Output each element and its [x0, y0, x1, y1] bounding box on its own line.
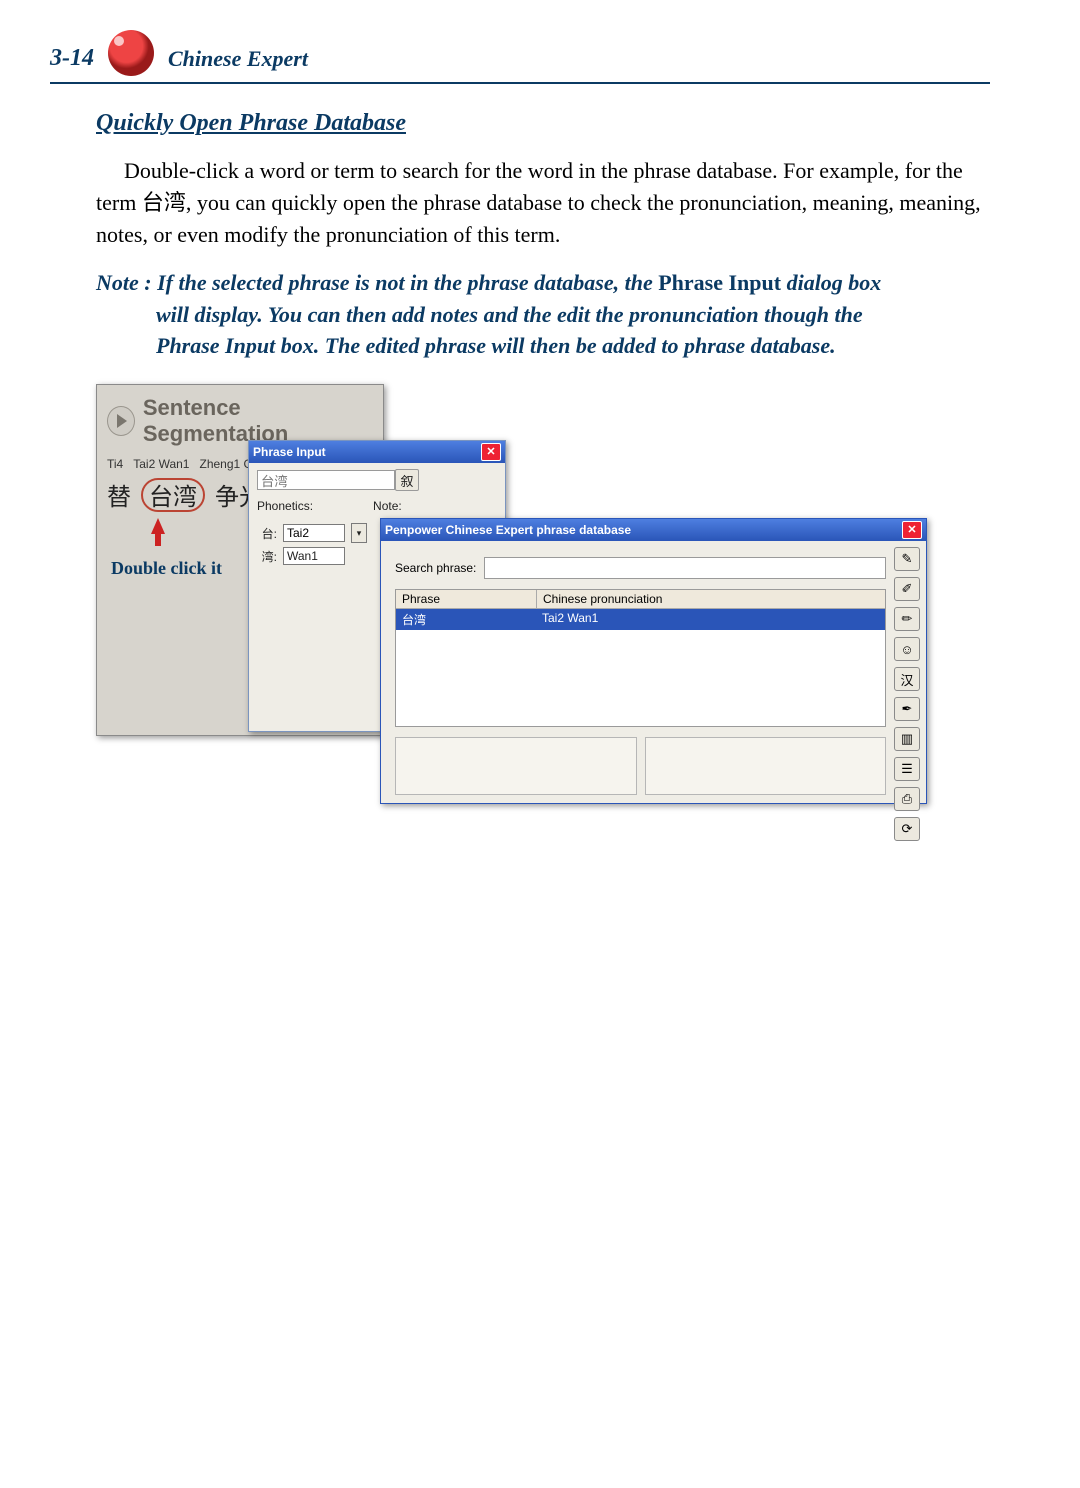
phrase-action-button[interactable]: 叙	[395, 469, 419, 491]
note-prefix: Note :	[96, 270, 157, 295]
search-input[interactable]	[484, 557, 886, 579]
cell-phrase: 台湾	[396, 609, 536, 630]
note-label: Note:	[373, 499, 402, 513]
chevron-down-icon[interactable]: ▾	[351, 523, 367, 543]
col-pron[interactable]: Chinese pronunciation	[537, 590, 885, 608]
product-name: Chinese Expert	[168, 46, 308, 72]
pinyin-2: Tai2 Wan1	[133, 457, 189, 471]
tool-write-icon[interactable]: ✐	[894, 577, 920, 601]
note-line3: Phrase Input box. The edited phrase will…	[156, 330, 990, 362]
table-row[interactable]: 台湾 Tai2 Wan1	[396, 609, 885, 630]
database-title: Penpower Chinese Expert phrase database	[385, 523, 631, 537]
char-1[interactable]: 替	[107, 477, 131, 512]
phon-value-1[interactable]	[283, 524, 345, 542]
phrase-input-titlebar[interactable]: Phrase Input ✕	[249, 441, 505, 463]
close-icon[interactable]: ✕	[902, 521, 922, 539]
section-title: Quickly Open Phrase Database	[96, 110, 990, 137]
phonetics-label: Phonetics:	[257, 499, 313, 513]
toolbar: ✎ ✐ ✏ ☺ 汉 ✒ ▥ ☰ ⎙ ⟳	[894, 547, 920, 841]
col-phrase[interactable]: Phrase	[396, 590, 537, 608]
note-bold: Phrase Input	[658, 270, 781, 295]
phrase-input-title: Phrase Input	[253, 445, 326, 459]
database-titlebar[interactable]: Penpower Chinese Expert phrase database …	[381, 519, 926, 541]
tool-face-icon[interactable]: ☺	[894, 637, 920, 661]
page-number: 3-14	[50, 45, 94, 72]
results-grid: Phrase Chinese pronunciation 台湾 Tai2 Wan…	[395, 589, 886, 727]
tool-grid-icon[interactable]: ▥	[894, 727, 920, 751]
pinyin-1: Ti4	[107, 457, 123, 471]
note-line1a: If the selected phrase is not in the phr…	[157, 270, 658, 295]
note-line1b: dialog box	[781, 270, 881, 295]
phon-char-1: 台:	[257, 525, 277, 542]
cell-pron: Tai2 Wan1	[536, 609, 885, 630]
phrase-field[interactable]	[257, 470, 395, 490]
close-icon[interactable]: ✕	[481, 443, 501, 461]
body-paragraph: Double-click a word or term to search fo…	[96, 155, 990, 251]
circled-term[interactable]: 台湾	[141, 478, 205, 512]
phon-char-2: 湾:	[257, 548, 277, 565]
phon-value-2: Wan1	[283, 547, 345, 565]
grid-empty	[396, 630, 885, 726]
tool-pen-icon[interactable]: ✒	[894, 697, 920, 721]
tool-pencil-icon[interactable]: ✏	[894, 607, 920, 631]
detail-box-1[interactable]	[395, 737, 637, 795]
search-label: Search phrase:	[395, 561, 476, 575]
tool-list-icon[interactable]: ☰	[894, 757, 920, 781]
arrow-right-icon[interactable]	[107, 406, 135, 436]
note-line2: will display. You can then add notes and…	[156, 299, 990, 331]
tool-edit-icon[interactable]: ✎	[894, 547, 920, 571]
tool-han-icon[interactable]: 汉	[894, 667, 920, 691]
callout-arrow-icon	[151, 518, 165, 534]
phrase-database-window: Penpower Chinese Expert phrase database …	[380, 518, 927, 804]
figure: Sentence Segmentation Ti4 Tai2 Wan1 Zhen…	[96, 384, 926, 804]
note-paragraph: Note : If the selected phrase is not in …	[96, 267, 990, 363]
product-logo-icon	[108, 30, 154, 76]
tool-print-icon[interactable]: ⎙	[894, 787, 920, 811]
header-divider	[50, 82, 990, 84]
detail-box-2[interactable]	[645, 737, 887, 795]
tool-refresh-icon[interactable]: ⟳	[894, 817, 920, 841]
